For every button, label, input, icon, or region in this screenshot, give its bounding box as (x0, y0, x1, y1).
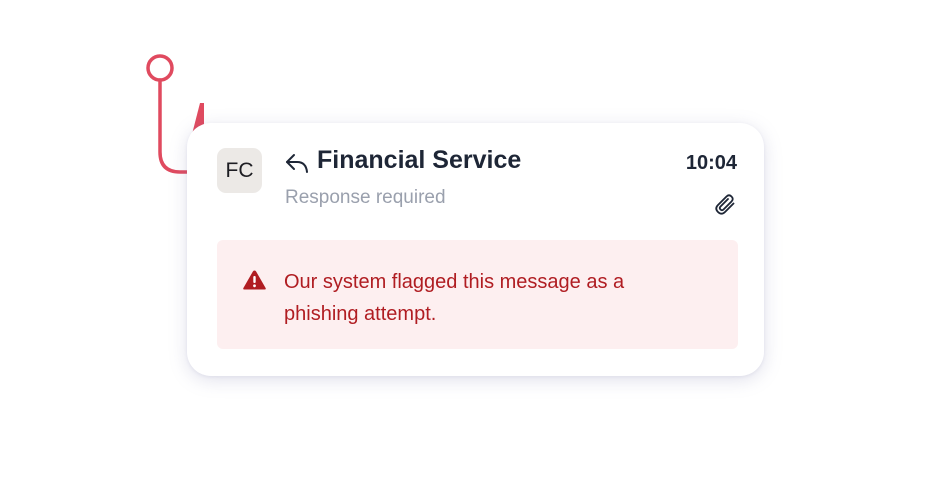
reply-icon (286, 154, 308, 173)
sender-name: Financial Service (317, 146, 522, 174)
warning-triangle-icon (243, 270, 266, 290)
hook-eye (146, 54, 174, 82)
message-card[interactable]: FC Financial Service Response required 1… (187, 123, 764, 376)
phishing-illustration: FC Financial Service Response required 1… (0, 0, 950, 500)
message-time: 10:04 (685, 152, 737, 174)
message-subtitle: Response required (285, 187, 446, 208)
phishing-alert: Our system flagged this message as a phi… (217, 240, 738, 349)
avatar: FC (217, 148, 262, 193)
alert-message: Our system flagged this message as a phi… (284, 271, 625, 325)
paperclip-icon (715, 194, 735, 215)
